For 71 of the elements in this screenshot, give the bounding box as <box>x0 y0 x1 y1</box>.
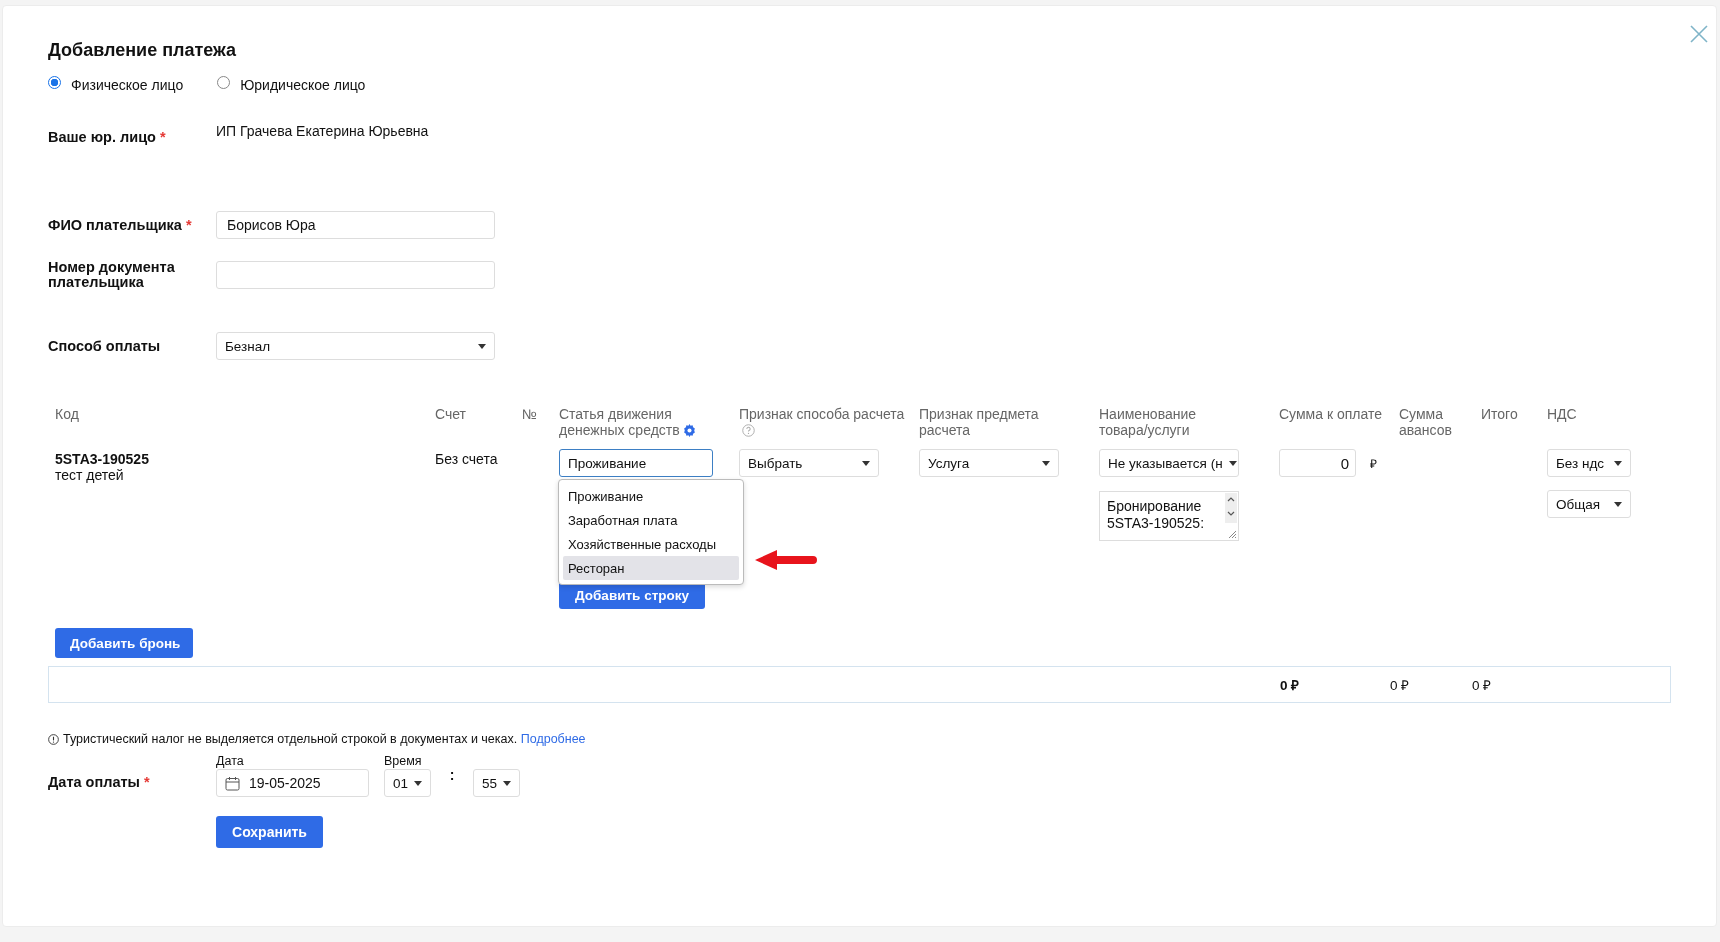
booking-code: 5STA3-190525 <box>55 451 149 467</box>
more-link[interactable]: Подробнее <box>520 732 586 746</box>
column-header: Статья движения денежных средств <box>559 406 680 438</box>
required-mark: * <box>143 774 150 790</box>
caret-icon <box>414 780 423 786</box>
required-mark: * <box>159 128 166 145</box>
field-value: ИП Грачева Екатерина Юрьевна <box>216 123 429 139</box>
select-field[interactable]: Без ндс <box>1547 449 1631 477</box>
dialog-title: Добавление платежа <box>48 39 237 61</box>
column-header: НДС <box>1547 406 1577 422</box>
date-label: Дата <box>216 754 244 768</box>
select-field[interactable]: Услуга <box>919 449 1059 477</box>
caret-icon <box>1614 460 1622 466</box>
help-icon[interactable] <box>742 424 755 437</box>
info-icon <box>48 733 59 745</box>
column-header: Наименование товара/услуги <box>1099 406 1198 438</box>
input-field[interactable] <box>216 261 495 289</box>
minute-select[interactable]: 55 <box>473 769 520 797</box>
caret-icon <box>1228 460 1237 466</box>
caret-icon <box>503 780 512 786</box>
column-header: № <box>522 406 538 422</box>
caret-icon <box>862 460 870 466</box>
select-field[interactable]: Выбрать <box>739 449 879 477</box>
booking-note: тест детей <box>55 467 124 483</box>
field-label: Ваше юр. лицо <box>48 128 156 145</box>
select-field[interactable]: Проживание <box>559 449 713 477</box>
field-label: Способ оплаты <box>48 337 161 354</box>
column-header: Код <box>55 406 79 422</box>
dropdown-option[interactable]: Проживание <box>563 484 739 508</box>
radio-label[interactable]: Физическое лицо <box>71 77 184 93</box>
close-icon[interactable] <box>1690 25 1708 43</box>
field-label: ФИО плательщика <box>48 216 182 233</box>
notice-text: Туристический налог не выделяется отдельной строкой в документах и чеках. Подробнее <box>63 732 586 746</box>
column-header: Сумма к оплате <box>1279 406 1382 422</box>
caret-icon <box>1614 501 1622 507</box>
time-label: Время <box>384 754 422 768</box>
column-header: Признак предмета расчета <box>919 406 1040 438</box>
input-field[interactable]: Борисов Юра <box>216 211 495 239</box>
total-value: 0 ₽ <box>1280 677 1300 693</box>
table-cell: Без счета <box>435 451 498 467</box>
save-button[interactable]: Сохранить <box>216 816 323 848</box>
select-field[interactable]: Общая <box>1547 490 1631 518</box>
total-value: 0 ₽ <box>1472 677 1492 693</box>
column-header: Счет <box>435 406 466 422</box>
add-booking-button[interactable]: Добавить бронь <box>55 628 193 658</box>
field-label: Номер документа плательщика <box>48 259 175 290</box>
scroll-arrows-icon <box>1225 493 1237 539</box>
arrow-annotation <box>755 549 817 571</box>
dropdown-option[interactable]: Хозяйственные расходы <box>563 532 739 556</box>
description-field[interactable]: Бронирование 5STA3-190525: <box>1099 491 1239 541</box>
currency-sign: ₽ <box>1370 455 1377 472</box>
caret-icon <box>1042 460 1050 466</box>
total-value: 0 ₽ <box>1390 677 1410 693</box>
gear-icon[interactable] <box>682 424 696 437</box>
select-field[interactable]: Безнал <box>216 332 495 360</box>
calendar-icon <box>225 775 240 791</box>
hour-select[interactable]: 01 <box>384 769 431 797</box>
radio-button[interactable] <box>48 75 61 89</box>
time-separator: : <box>448 767 456 783</box>
dropdown-option[interactable]: Ресторан <box>563 556 739 580</box>
radio-label[interactable]: Юридическое лицо <box>240 77 366 93</box>
required-mark: * <box>185 216 192 233</box>
dropdown-option[interactable]: Заработная плата <box>563 508 739 532</box>
column-header: Признак способа расчета <box>739 406 905 422</box>
date-field[interactable]: 19-05-2025 <box>216 769 369 797</box>
caret-icon <box>478 343 486 349</box>
column-header: Сумма авансов <box>1399 406 1453 438</box>
select-field[interactable]: Не указывается (н <box>1099 449 1239 477</box>
column-header: Итого <box>1481 406 1518 422</box>
amount-field[interactable]: 0 <box>1279 449 1356 477</box>
field-label: Дата оплаты <box>48 774 140 790</box>
